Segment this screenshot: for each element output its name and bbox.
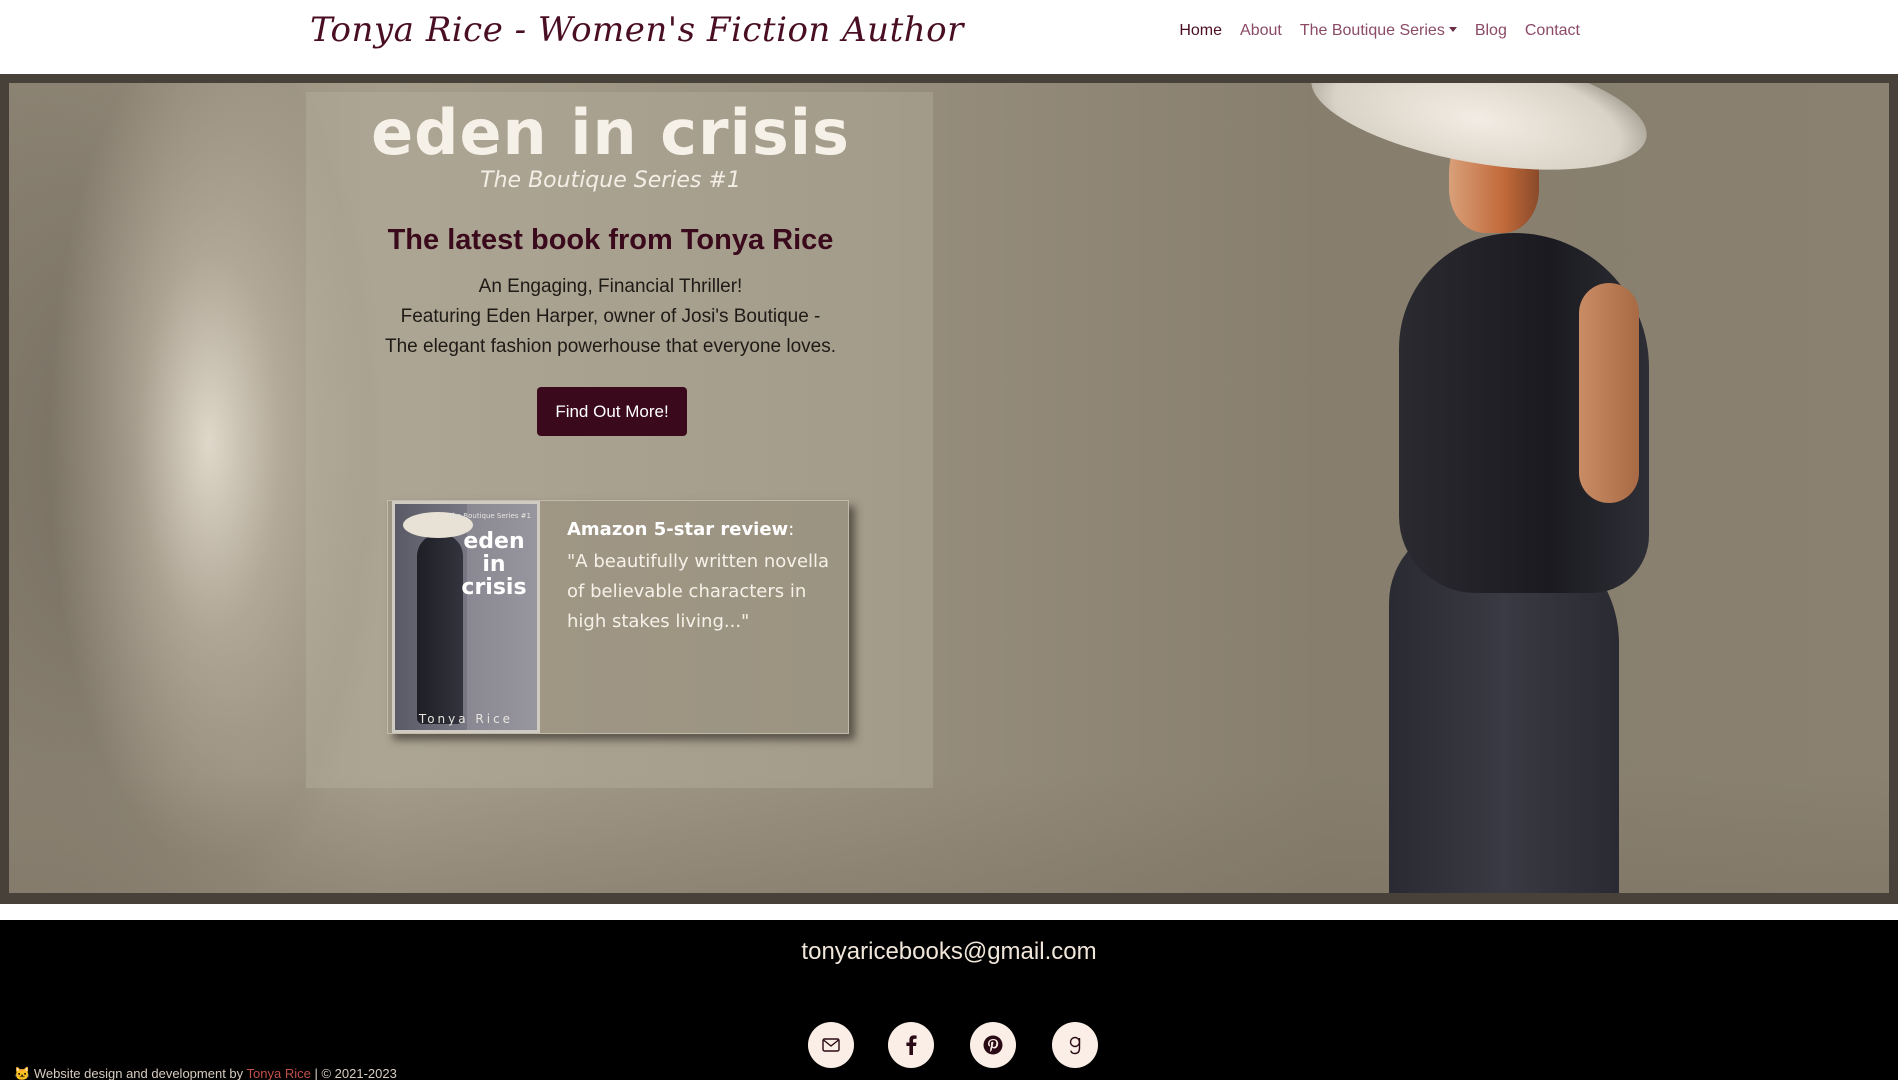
series-subtitle: The Boutique Series #1 xyxy=(480,168,741,193)
desc-line-1: An Engaging, Financial Thriller! xyxy=(478,276,743,297)
envelope-icon[interactable] xyxy=(808,1022,854,1068)
cover-title-line-2: in xyxy=(482,552,506,577)
footer: tonyaricebooks@gmail.com 🐱 Website desig… xyxy=(0,920,1898,1080)
find-out-more-button[interactable]: Find Out More! xyxy=(537,387,687,436)
nav-contact[interactable]: Contact xyxy=(1516,20,1589,42)
pinterest-glyph xyxy=(983,1035,1003,1055)
nav-blog[interactable]: Blog xyxy=(1466,20,1516,42)
book-cover[interactable]: The Boutique Series #1 eden in crisis To… xyxy=(392,501,540,733)
facebook-glyph xyxy=(906,1035,917,1055)
envelope-glyph xyxy=(822,1038,840,1052)
main-nav: Home About The Boutique Series Blog Cont… xyxy=(1170,20,1589,42)
hero-frame xyxy=(0,74,1898,904)
cover-title-line-1: eden xyxy=(463,529,525,554)
desc-line-2: Featuring Eden Harper, owner of Josi's B… xyxy=(400,306,821,327)
hero-image xyxy=(9,83,1889,893)
credit-link[interactable]: Tonya Rice xyxy=(247,1066,311,1080)
fox-icon: 🐱 xyxy=(14,1066,31,1080)
review-card: The Boutique Series #1 eden in crisis To… xyxy=(387,500,849,734)
footer-email[interactable]: tonyaricebooks@gmail.com xyxy=(0,938,1898,966)
credit-suffix: | © 2021-2023 xyxy=(314,1066,397,1080)
navbar: Tonya Rice - Women's Fiction Author Home… xyxy=(0,0,1898,74)
latest-book-heading: The latest book from Tonya Rice xyxy=(387,224,834,256)
book-title: eden in crisis xyxy=(371,96,850,169)
goodreads-glyph xyxy=(1069,1036,1081,1055)
review-heading: Amazon 5-star review: xyxy=(567,519,795,540)
facebook-icon[interactable] xyxy=(888,1022,934,1068)
cover-series: The Boutique Series #1 xyxy=(448,512,531,520)
desc-line-3: The elegant fashion powerhouse that ever… xyxy=(384,336,837,357)
credit-prefix: Website design and development by xyxy=(33,1066,244,1080)
book-description: An Engaging, Financial Thriller! Featuri… xyxy=(297,272,924,362)
nav-home[interactable]: Home xyxy=(1170,20,1231,42)
woman-figure-arm xyxy=(1579,283,1639,503)
nav-boutique-series[interactable]: The Boutique Series xyxy=(1291,20,1466,42)
goodreads-icon[interactable] xyxy=(1052,1022,1098,1068)
pinterest-icon[interactable] xyxy=(970,1022,1016,1068)
review-source: Amazon 5-star review xyxy=(567,519,789,540)
cover-author: Tonya Rice xyxy=(418,712,514,726)
site-brand[interactable]: Tonya Rice - Women's Fiction Author xyxy=(310,10,964,50)
review-quote: "A beautifully written novella of believ… xyxy=(567,551,830,632)
social-links xyxy=(0,1022,1898,1068)
cover-title: eden in crisis xyxy=(459,530,529,599)
nav-boutique-series-label: The Boutique Series xyxy=(1299,22,1445,39)
cover-figure xyxy=(417,534,463,724)
caret-down-icon xyxy=(1448,27,1457,32)
cover-title-line-3: crisis xyxy=(461,575,527,600)
nav-about[interactable]: About xyxy=(1231,20,1291,42)
footer-credit: 🐱 Website design and development by Tony… xyxy=(14,1066,397,1080)
